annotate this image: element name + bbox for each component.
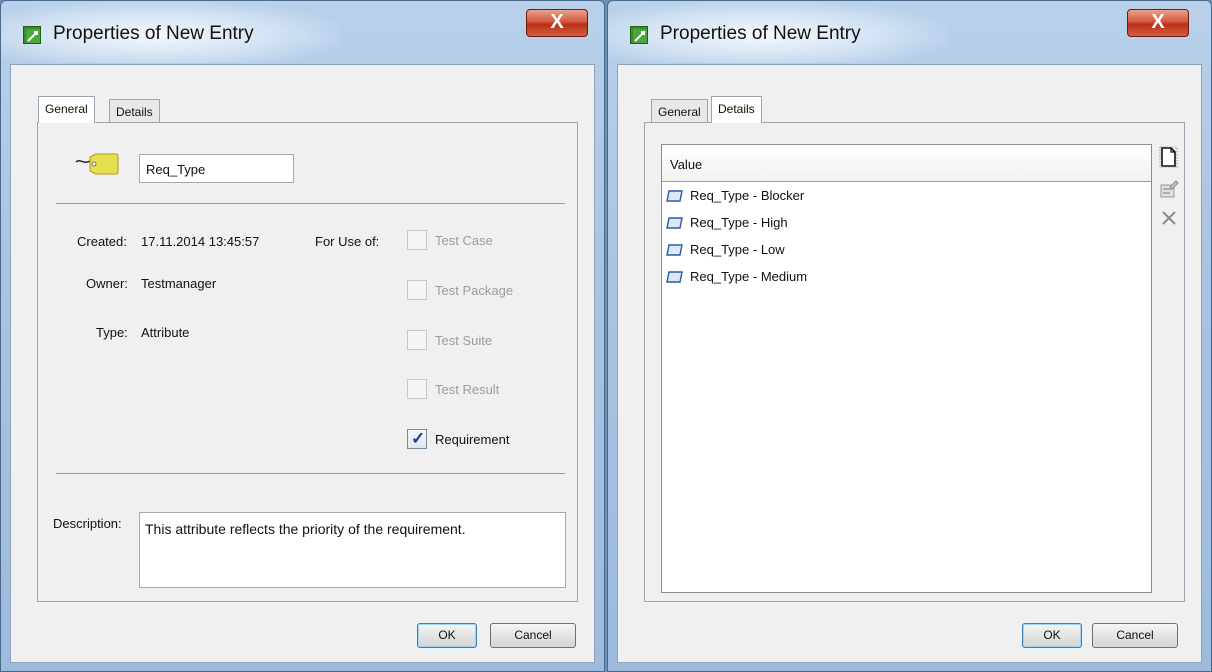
tag-icon (74, 153, 120, 175)
for-use-of-label: For Use of: (315, 234, 380, 249)
edit-properties-icon[interactable] (1159, 179, 1179, 199)
title-bar[interactable]: Properties of New Entry X (1, 1, 604, 63)
values-list[interactable]: Value Req_Type - Blocker Req_Type - High… (661, 144, 1152, 593)
separator (56, 203, 565, 204)
properties-dialog-details: Properties of New Entry X General Detail… (607, 0, 1212, 672)
cancel-button[interactable]: Cancel (1092, 623, 1178, 648)
title-bar[interactable]: Properties of New Entry X (608, 1, 1211, 63)
description-label: Description: (53, 516, 122, 531)
type-label: Type: (96, 325, 128, 340)
list-item[interactable]: Req_Type - Blocker (664, 186, 964, 208)
created-value: 17.11.2014 13:45:57 (141, 234, 260, 249)
type-value: Attribute (141, 325, 190, 340)
edit-entry-icon (23, 26, 41, 44)
checkbox-checked[interactable] (407, 429, 427, 449)
tab-details[interactable]: Details (711, 96, 762, 123)
checkbox-test-result[interactable]: Test Result (407, 379, 537, 401)
new-document-icon[interactable] (1158, 146, 1178, 169)
checkbox-test-package[interactable]: Test Package (407, 280, 547, 302)
checkbox[interactable] (407, 230, 427, 250)
ok-button[interactable]: OK (417, 623, 477, 648)
list-item[interactable]: Req_Type - High (664, 213, 964, 235)
list-item[interactable]: Req_Type - Medium (664, 267, 964, 289)
checkbox[interactable] (407, 280, 427, 300)
value-icon (666, 189, 684, 206)
close-button[interactable]: X (1127, 9, 1189, 37)
owner-label: Owner: (86, 276, 128, 291)
checkbox-requirement[interactable]: Requirement (407, 429, 547, 451)
column-header-value[interactable]: Value (662, 145, 1151, 182)
description-textarea[interactable]: This attribute reflects the priority of … (139, 512, 566, 588)
created-label: Created: (77, 234, 127, 249)
tab-general[interactable]: General (38, 96, 95, 123)
window-title: Properties of New Entry (53, 23, 254, 44)
checkbox-test-suite[interactable]: Test Suite (407, 330, 537, 352)
name-field[interactable]: Req_Type (139, 154, 294, 183)
window-title: Properties of New Entry (660, 23, 861, 44)
edit-entry-icon (630, 26, 648, 44)
checkbox-test-case[interactable]: Test Case (407, 230, 537, 252)
cancel-button[interactable]: Cancel (490, 623, 576, 648)
value-icon (666, 270, 684, 287)
dialog-client-area: General Details Req_Type Created: 17.11.… (10, 64, 595, 663)
dialog-client-area: General Details Value Req_Type - Blocker… (617, 64, 1202, 663)
ok-button[interactable]: OK (1022, 623, 1082, 648)
close-button[interactable]: X (526, 9, 588, 37)
list-item[interactable]: Req_Type - Low (664, 240, 964, 262)
close-icon: X (550, 11, 564, 33)
value-icon (666, 243, 684, 260)
properties-dialog-general: Properties of New Entry X General Detail… (0, 0, 605, 672)
checkbox[interactable] (407, 330, 427, 350)
owner-value: Testmanager (141, 276, 217, 291)
general-tab-panel: Req_Type Created: 17.11.2014 13:45:57 Ow… (37, 122, 578, 602)
details-tab-panel: Value Req_Type - Blocker Req_Type - High… (644, 122, 1185, 602)
delete-x-icon[interactable] (1160, 209, 1180, 229)
tab-details[interactable]: Details (109, 99, 160, 123)
value-icon (666, 216, 684, 233)
checkbox[interactable] (407, 379, 427, 399)
tab-general[interactable]: General (651, 99, 708, 123)
separator (56, 473, 565, 474)
close-icon: X (1151, 11, 1165, 33)
